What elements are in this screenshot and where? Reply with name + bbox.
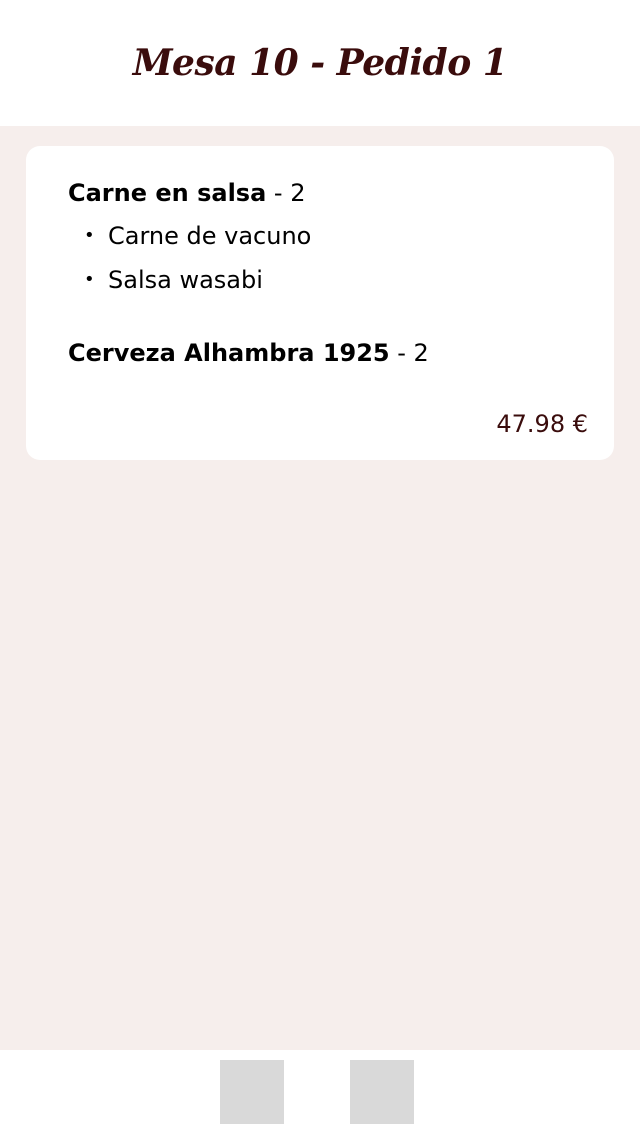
order-item-name: Cerveza Alhambra 1925 [68,339,390,367]
extra-item-label: Salsa wasabi [108,266,263,294]
footer-action-button-2[interactable] [350,1060,414,1124]
order-item-quantity: 2 [413,339,429,367]
order-card: Carne en salsa - 2 • Carne de vacuno • S… [26,146,614,460]
order-item-line: Cerveza Alhambra 1925 - 2 [68,336,429,370]
page-title: Mesa 10 - Pedido 1 [132,42,508,84]
order-item-quantity: 2 [290,179,306,207]
order-item[interactable]: Carne en salsa - 2 • Carne de vacuno • S… [68,176,311,302]
order-item-extras: • Carne de vacuno • Salsa wasabi [68,214,311,302]
order-item[interactable]: Cerveza Alhambra 1925 - 2 [68,336,429,370]
extra-item: • Carne de vacuno [68,214,311,258]
extra-item: • Salsa wasabi [68,258,311,302]
order-item-separator: - [266,179,291,207]
order-item-name: Carne en salsa [68,179,267,207]
footer-action-button-1[interactable] [220,1060,284,1124]
content-area: Carne en salsa - 2 • Carne de vacuno • S… [0,126,640,1050]
order-item-separator: - [389,339,414,367]
bullet-icon: • [84,225,95,246]
order-detail-screen: Mesa 10 - Pedido 1 Carne en salsa - 2 • … [0,0,640,1136]
order-item-line: Carne en salsa - 2 [68,176,311,210]
bullet-icon: • [84,269,95,290]
extra-item-label: Carne de vacuno [108,222,312,250]
header-bar: Mesa 10 - Pedido 1 [0,0,640,126]
order-total: 47.98 € [496,410,588,438]
footer-bar [0,1050,640,1136]
